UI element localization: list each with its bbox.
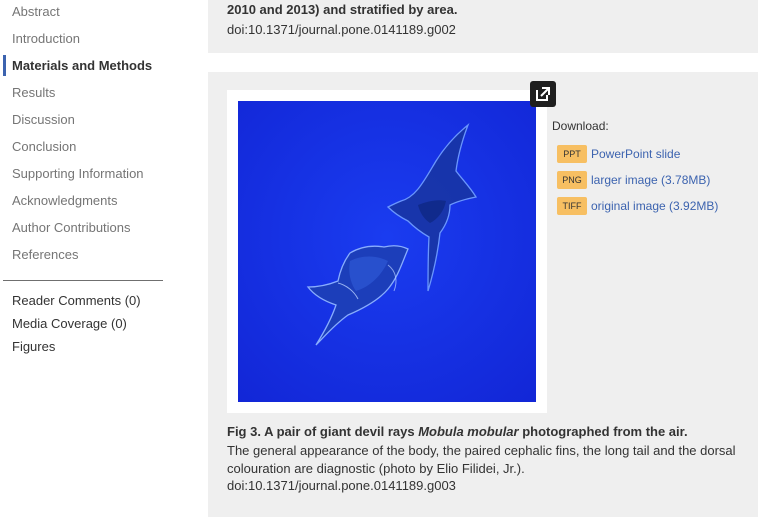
download-ppt-link[interactable]: PPT PowerPoint slide [557,145,680,163]
previous-figure-caption: 2010 and 2013) and stratified by area. [227,2,458,17]
figure-title: Fig 3. A pair of giant devil rays Mobula… [227,424,688,440]
external-link-icon [536,87,550,101]
download-ppt-label: PowerPoint slide [591,147,681,161]
figure-doi: doi:10.1371/journal.pone.0141189.g003 [227,478,456,493]
nav-item-author-contributions[interactable]: Author Contributions [12,220,131,236]
figure-panel: Download: PPT PowerPoint slide PNG larger … [208,72,758,517]
media-coverage-link[interactable]: Media Coverage (0) [12,316,127,332]
download-label: Download: [552,119,609,133]
previous-figure-doi: doi:10.1371/journal.pone.0141189.g002 [227,22,456,37]
png-badge: PNG [557,171,587,189]
figure-title-species: Mobula mobular [418,424,519,439]
nav-divider [3,280,163,281]
download-png-label: larger image (3.78MB) [591,173,711,187]
ppt-badge: PPT [557,145,587,163]
expand-figure-button[interactable] [530,81,556,107]
figures-link[interactable]: Figures [12,339,55,355]
download-tiff-link[interactable]: TIFF original image (3.92MB) [557,197,718,215]
download-png-link[interactable]: PNG larger image (3.78MB) [557,171,710,189]
figure-image [238,101,536,402]
figure-description: The general appearance of the body, the … [227,443,736,476]
nav-item-conclusion[interactable]: Conclusion [12,139,76,155]
figure-title-suffix: photographed from the air. [518,424,688,439]
previous-figure-panel: 2010 and 2013) and stratified by area. d… [208,0,758,53]
download-tiff-label: original image (3.92MB) [591,199,719,213]
nav-item-results[interactable]: Results [12,85,55,101]
figure-title-prefix: Fig 3. A pair of giant devil rays [227,424,419,439]
nav-item-acknowledgments[interactable]: Acknowledgments [12,193,118,209]
nav-item-supporting-information[interactable]: Supporting Information [12,166,144,182]
article-navigation: Abstract Introduction Materials and Meth… [0,0,200,517]
active-section-indicator [3,55,6,76]
tiff-badge: TIFF [557,197,587,215]
nav-item-materials-and-methods[interactable]: Materials and Methods [12,58,152,74]
nav-item-discussion[interactable]: Discussion [12,112,75,128]
reader-comments-link[interactable]: Reader Comments (0) [12,293,141,309]
nav-item-abstract[interactable]: Abstract [12,4,60,20]
figure-thumbnail[interactable] [227,90,547,413]
nav-item-introduction[interactable]: Introduction [12,31,80,47]
nav-item-references[interactable]: References [12,247,78,263]
